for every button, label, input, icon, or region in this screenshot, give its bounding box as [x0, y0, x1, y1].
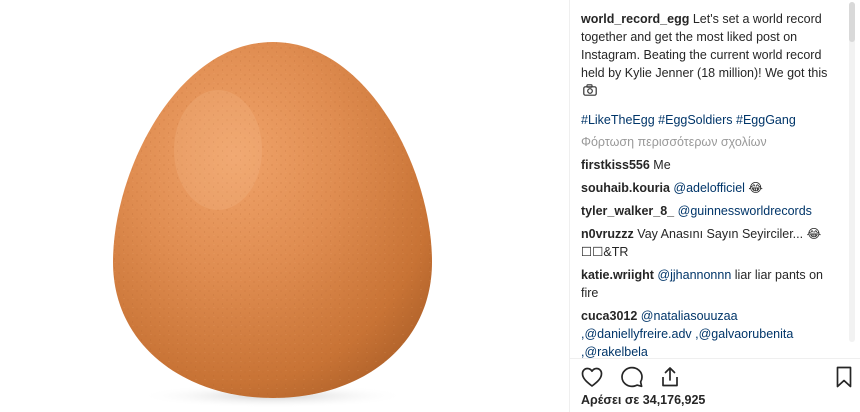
comments-scroll-area[interactable]: world_record_egg Let's set a world recor…	[570, 0, 845, 358]
comment-item: souhaib.kouria @adelofficiel 😂	[581, 179, 839, 197]
hashtag-link[interactable]: #EggGang	[736, 113, 796, 127]
hashtag-link[interactable]: #EggSoldiers	[658, 113, 732, 127]
scrollbar-thumb[interactable]	[849, 2, 855, 42]
comment-username[interactable]: n0vruzzz	[581, 227, 634, 241]
comment-text: Me	[653, 158, 671, 172]
comment-username[interactable]: katie.wriight	[581, 268, 654, 282]
comments-scrollbar[interactable]	[849, 2, 855, 342]
post-caption: world_record_egg Let's set a world recor…	[581, 10, 839, 100]
comment-username[interactable]: tyler_walker_8_	[581, 204, 674, 218]
comment-list: firstkiss556 Me souhaib.kouria @adeloffi…	[581, 156, 845, 358]
caption-username[interactable]: world_record_egg	[581, 12, 689, 26]
comment-mention[interactable]: @adelofficiel	[673, 181, 745, 195]
comment-username[interactable]: cuca3012	[581, 309, 637, 323]
comment-item: tyler_walker_8_ @guinnessworldrecords	[581, 202, 839, 220]
comment-item: cuca3012 @nataliasouuzaa ,@daniellyfreir…	[581, 307, 839, 358]
hashtag-link[interactable]: #LikeTheEgg	[581, 113, 655, 127]
comments-panel: world_record_egg Let's set a world recor…	[570, 0, 860, 412]
comment-username[interactable]: firstkiss556	[581, 158, 650, 172]
comment-text: 😂	[748, 181, 764, 195]
comment-bubble-icon[interactable]	[620, 365, 644, 389]
post-photo[interactable]	[0, 0, 569, 412]
share-upload-icon[interactable]	[658, 365, 682, 389]
heart-outline-icon[interactable]	[580, 365, 604, 389]
camera-icon	[583, 84, 597, 96]
bookmark-icon[interactable]	[832, 365, 856, 389]
comment-username[interactable]: souhaib.kouria	[581, 181, 670, 195]
egg-image	[113, 42, 432, 408]
load-more-comments-link[interactable]: Φόρτωση περισσότερων σχολίων	[581, 133, 845, 151]
comment-item: n0vruzzz Vay Anasını Sayın Seyirciler...…	[581, 225, 839, 261]
post-actions-bar: Αρέσει σε 34,176,925	[570, 358, 860, 412]
comment-item: katie.wriight @jjhannonnn liar liar pant…	[581, 266, 839, 302]
comment-mention[interactable]: @jjhannonnn	[657, 268, 731, 282]
comment-item: firstkiss556 Me	[581, 156, 839, 174]
instagram-post-view: world_record_egg Let's set a world recor…	[0, 0, 860, 412]
caption-hashtags: #LikeTheEgg #EggSoldiers #EggGang	[581, 111, 845, 129]
comment-mention[interactable]: @guinnessworldrecords	[678, 204, 812, 218]
likes-count[interactable]: Αρέσει σε 34,176,925	[581, 393, 705, 407]
